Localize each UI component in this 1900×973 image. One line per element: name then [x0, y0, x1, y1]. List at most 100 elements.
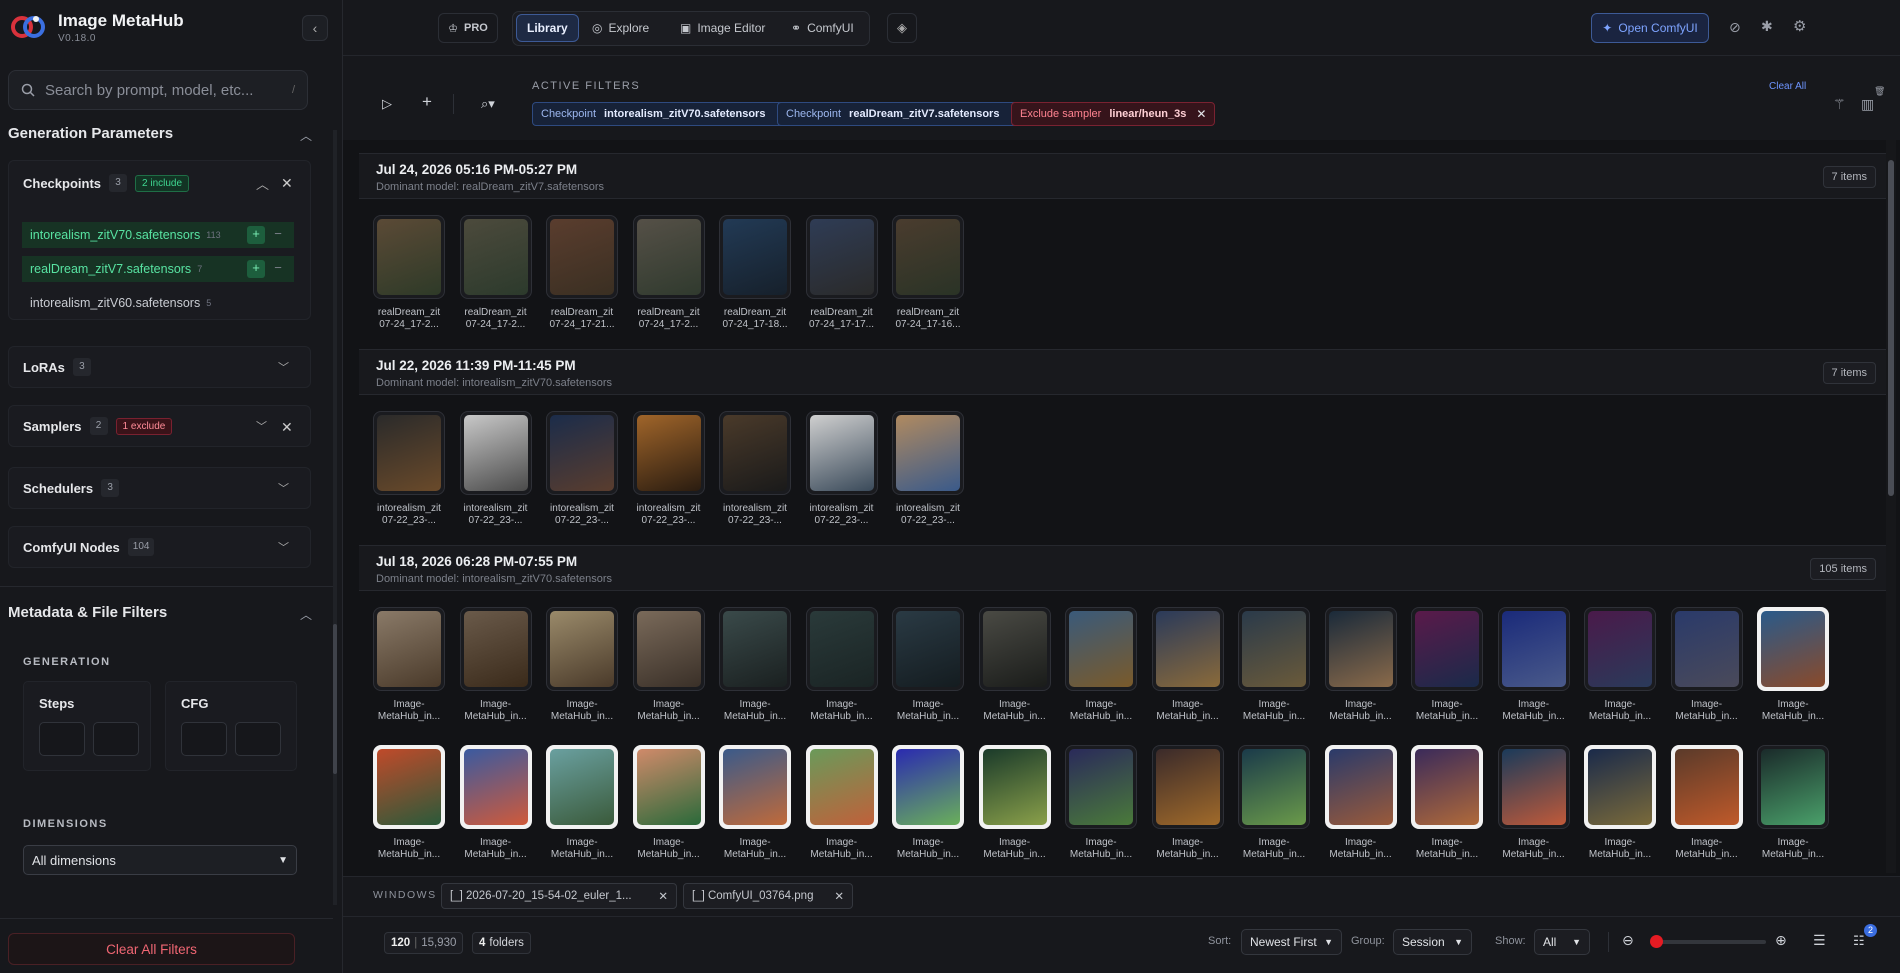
image-thumbnail[interactable]	[805, 215, 878, 299]
image-thumbnail[interactable]	[805, 607, 878, 691]
pro-button[interactable]: ♔ PRO	[438, 13, 498, 43]
image-thumbnail[interactable]	[1757, 607, 1829, 691]
image-thumbnail[interactable]	[1065, 607, 1137, 691]
image-thumbnail[interactable]	[805, 745, 878, 829]
zoom-out-icon[interactable]: ⊖	[1622, 932, 1634, 949]
close-icon[interactable]: ✕	[834, 889, 844, 903]
image-thumbnail[interactable]	[1324, 607, 1397, 691]
chevron-up-icon[interactable]: ︿	[256, 174, 269, 193]
zoom-slider[interactable]	[1651, 940, 1766, 944]
image-thumbnail[interactable]	[373, 215, 445, 299]
image-thumbnail[interactable]	[1065, 745, 1137, 829]
image-thumbnail[interactable]	[1584, 745, 1656, 829]
image-thumbnail[interactable]	[1324, 745, 1397, 829]
tab-explore[interactable]: ◎ Explore	[582, 14, 659, 42]
image-thumbnail[interactable]	[1151, 607, 1224, 691]
steps-max-input[interactable]	[93, 722, 139, 756]
image-thumbnail[interactable]	[1151, 745, 1224, 829]
steps-min-input[interactable]	[39, 722, 85, 756]
show-select[interactable]: All ▼	[1534, 929, 1590, 955]
group-select[interactable]: Session ▼	[1393, 929, 1472, 955]
chevron-down-icon[interactable]: ﹀	[278, 539, 289, 555]
sidebar-scroll-thumb[interactable]	[333, 624, 337, 774]
image-thumbnail[interactable]	[632, 745, 705, 829]
generation-parameters-header[interactable]: Generation Parameters	[8, 125, 173, 142]
image-thumbnail[interactable]	[1584, 607, 1656, 691]
play-icon[interactable]: ▷	[382, 96, 392, 112]
image-thumbnail[interactable]	[632, 215, 705, 299]
window-chip[interactable]: [_] ComfyUI_03764.png ✕	[683, 883, 853, 909]
image-thumbnail[interactable]	[719, 215, 791, 299]
list-view-icon[interactable]: ☰	[1813, 932, 1826, 949]
image-thumbnail[interactable]	[1670, 745, 1743, 829]
eye-off-icon[interactable]: ⊘	[1729, 19, 1741, 36]
tab-image-editor[interactable]: ▣ Image Editor	[670, 14, 775, 42]
image-thumbnail[interactable]	[719, 607, 791, 691]
filter-chip[interactable]: Checkpoint intorealism_zitV70.safetensors…	[532, 102, 795, 126]
image-thumbnail[interactable]	[459, 215, 532, 299]
image-thumbnail[interactable]	[978, 745, 1051, 829]
sidebar-scrollbar[interactable]	[333, 130, 337, 905]
image-thumbnail[interactable]	[546, 411, 618, 495]
image-thumbnail[interactable]	[1497, 607, 1570, 691]
image-thumbnail[interactable]	[719, 411, 791, 495]
clear-samplers-icon[interactable]: ✕	[281, 419, 293, 436]
window-chip[interactable]: [_] 2026-07-20_15-54-02_euler_1... ✕	[441, 883, 677, 909]
close-icon[interactable]: ✕	[658, 889, 668, 903]
folder-count[interactable]: 4 folders	[472, 932, 531, 954]
image-thumbnail[interactable]	[892, 215, 964, 299]
search-filter-icon[interactable]: ⌕▾	[481, 96, 495, 112]
image-thumbnail[interactable]	[373, 745, 445, 829]
image-thumbnail[interactable]	[546, 745, 618, 829]
tab-library[interactable]: Library	[516, 14, 579, 42]
cfg-max-input[interactable]	[235, 722, 281, 756]
filter-chip[interactable]: CheckpointrealDream_zitV7.safetensors✕	[777, 102, 1029, 126]
queue-icon[interactable]: ☷	[1853, 933, 1865, 949]
include-plus-icon[interactable]: +	[247, 226, 265, 244]
chevron-up-icon[interactable]: ︿	[300, 606, 312, 623]
metadata-filters-header[interactable]: Metadata & File Filters	[8, 604, 167, 621]
tab-comfyui[interactable]: ⚭ ComfyUI	[781, 14, 864, 42]
chevron-up-icon[interactable]: ︿	[300, 127, 312, 144]
image-thumbnail[interactable]	[373, 607, 445, 691]
close-icon[interactable]: ✕	[1196, 107, 1206, 121]
cfg-min-input[interactable]	[181, 722, 227, 756]
open-comfyui-button[interactable]: ✦ Open ComfyUI	[1591, 13, 1709, 43]
magic-wand-icon[interactable]: ⚚	[1833, 96, 1846, 113]
sort-select[interactable]: Newest First ▼	[1241, 929, 1342, 955]
image-thumbnail[interactable]	[892, 411, 964, 495]
image-thumbnail[interactable]	[978, 607, 1051, 691]
checkpoints-header[interactable]: Checkpoints 3 2 include	[23, 174, 190, 192]
image-thumbnail[interactable]	[459, 411, 532, 495]
image-thumbnail[interactable]	[459, 607, 532, 691]
bug-icon[interactable]: ✱	[1761, 18, 1773, 35]
image-thumbnail[interactable]	[892, 607, 964, 691]
image-thumbnail[interactable]	[805, 411, 878, 495]
grid-scroll-thumb[interactable]	[1888, 160, 1894, 496]
image-thumbnail[interactable]	[546, 607, 618, 691]
chevron-down-icon[interactable]: ﹀	[278, 359, 289, 375]
image-thumbnail[interactable]	[373, 411, 445, 495]
image-thumbnail[interactable]	[459, 745, 532, 829]
image-thumbnail[interactable]	[1497, 745, 1570, 829]
dimensions-select[interactable]: All dimensions ▼	[23, 845, 297, 875]
collapse-sidebar-button[interactable]: ‹	[302, 15, 328, 41]
exclude-minus-icon[interactable]: −	[269, 260, 287, 278]
image-thumbnail[interactable]	[1238, 745, 1310, 829]
zoom-slider-handle[interactable]	[1650, 935, 1663, 948]
image-thumbnail[interactable]	[892, 745, 964, 829]
image-thumbnail[interactable]	[1670, 607, 1743, 691]
gear-icon[interactable]: ⚙	[1793, 17, 1806, 35]
image-thumbnail[interactable]	[1411, 607, 1483, 691]
checkpoint-item[interactable]: intorealism_zitV60.safetensors 5	[22, 290, 294, 316]
image-thumbnail[interactable]	[546, 215, 618, 299]
include-plus-icon[interactable]: +	[247, 260, 265, 278]
chevron-down-icon[interactable]: ﹀	[278, 480, 289, 496]
chevron-down-icon[interactable]: ﹀	[256, 418, 267, 434]
clear-all-filters-button[interactable]: Clear All Filters	[8, 933, 295, 965]
image-thumbnail[interactable]	[632, 411, 705, 495]
zoom-in-icon[interactable]: ⊕	[1775, 932, 1787, 949]
image-thumbnail[interactable]	[1238, 607, 1310, 691]
exclude-minus-icon[interactable]: −	[269, 226, 287, 244]
layers-button[interactable]: ◈	[887, 13, 917, 43]
